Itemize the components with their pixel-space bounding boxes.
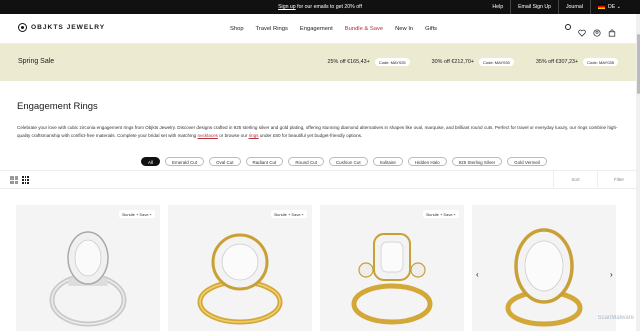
product-card[interactable]: Bundle + Save + [168,205,312,331]
page-scrollbar[interactable] [636,14,640,331]
offer-item: 25% off €165,43+ Code: MAY025 [327,58,410,66]
nav-engagement[interactable]: Engagement [300,26,333,32]
topbar-links: Help Email Sign Up Journal DE ⌄ [485,0,628,14]
shopping-bag-icon[interactable] [608,24,616,37]
chip-all[interactable]: All [141,157,161,166]
gold-oval-ring-image [505,228,583,327]
nav-travel-rings[interactable]: Travel Rings [256,26,288,32]
search-icon[interactable] [565,24,571,30]
listing-toolbar: Sort Filter [0,170,640,189]
spring-sale-banner: Spring Sale 25% off €165,43+ Code: MAY02… [0,44,640,81]
nav-shop[interactable]: Shop [230,26,244,32]
header-icons [558,24,616,37]
top-announcement-bar: Sign up for our emails to get 20% off He… [0,0,640,14]
gold-cushion-ring-image [351,233,433,325]
category-description: Celebrate your love with cubic zirconia … [17,124,621,140]
product-card[interactable] [472,205,616,331]
offer-text: 30% off €212,70+ [431,59,474,65]
offer-text: 35% off €307,23+ [535,59,579,65]
rings-link[interactable]: rings [249,133,259,138]
gold-round-ring-image [197,233,283,325]
offer-text: 25% off €165,43+ [327,59,370,65]
chevron-down-icon: ⌄ [616,4,621,10]
two-column-grid-icon[interactable] [10,176,18,184]
filter-chips: All Emerald Cut Oval Cut Radiant Cut Rou… [141,157,552,166]
account-user-icon[interactable] [593,24,601,37]
carousel-next-arrow-icon[interactable]: › [610,270,613,279]
nav-bundle-save[interactable]: Bundle & Save [345,26,383,32]
page-title: Engagement Rings [17,101,98,112]
chip-emerald-cut[interactable]: Emerald Cut [165,157,205,166]
logo-mark-icon [18,23,27,32]
main-nav: Shop Travel Rings Engagement Bundle & Sa… [230,14,449,44]
chip-gold-vermeil[interactable]: Gold Vermeil [507,157,547,166]
scrollbar-thumb[interactable] [636,34,640,94]
necklaces-link[interactable]: necklaces [198,133,218,138]
product-card[interactable]: Bundle + Save + [16,205,160,331]
bundle-badge: Bundle + Save + [271,210,307,218]
filter-button[interactable]: Filter [597,171,640,189]
chip-cushion-cut[interactable]: Cushion Cut [328,157,368,166]
bundle-badge: Bundle + Save + [423,210,459,218]
sort-dropdown[interactable]: Sort [553,171,597,189]
banner-offers: 25% off €165,43+ Code: MAY025 30% off €2… [305,58,618,66]
bundle-badge: Bundle + Save + [119,210,155,218]
chip-radiant-cut[interactable]: Radiant Cut [245,157,284,166]
country-code: DE [607,4,616,10]
chip-hidden-halo[interactable]: Hidden Halo [407,157,447,166]
product-card[interactable]: Bundle + Save + [320,205,464,331]
site-logo[interactable]: OBJKTS JEWELRY [18,23,105,32]
journal-link[interactable]: Journal [557,0,590,14]
email-signup-link[interactable]: Email Sign Up [510,0,558,14]
promo-text: for our emails to get 20% off [295,4,362,10]
wishlist-heart-icon[interactable] [578,24,586,37]
three-column-grid-icon[interactable] [22,176,29,184]
nav-gifts[interactable]: Gifts [425,26,437,32]
nav-new-in[interactable]: New In [395,26,413,32]
chip-solitaire[interactable]: Solitaire [372,157,403,166]
offer-item: 35% off €307,23+ Code: MAY035 [536,58,618,66]
offer-code[interactable]: Code: MAY035 [583,58,618,66]
watermark: ScanMalware [597,315,634,321]
signup-link[interactable]: Sign up [278,4,296,10]
silver-oval-ring-image [49,231,127,327]
desc-part-3: under £80 for beautiful yet budget-frien… [258,133,363,138]
carousel-prev-arrow-icon[interactable]: ‹ [476,270,479,279]
offer-code[interactable]: Code: MAY025 [374,58,410,66]
site-header: OBJKTS JEWELRY Shop Travel Rings Engagem… [0,14,640,44]
logo-text: OBJKTS JEWELRY [31,24,106,31]
help-link[interactable]: Help [485,0,510,14]
offer-code[interactable]: Code: MAY030 [478,58,514,66]
chip-sterling-silver[interactable]: 925 Sterling Silver [451,157,503,166]
desc-part-2: or browse our [217,133,249,138]
offer-item: 30% off €212,70+ Code: MAY030 [432,58,514,66]
germany-flag-icon [597,4,605,10]
banner-title: Spring Sale [18,58,55,65]
chip-oval-cut[interactable]: Oval Cut [209,157,241,166]
country-selector[interactable]: DE ⌄ [589,0,628,14]
chip-round-cut[interactable]: Round Cut [288,157,324,166]
